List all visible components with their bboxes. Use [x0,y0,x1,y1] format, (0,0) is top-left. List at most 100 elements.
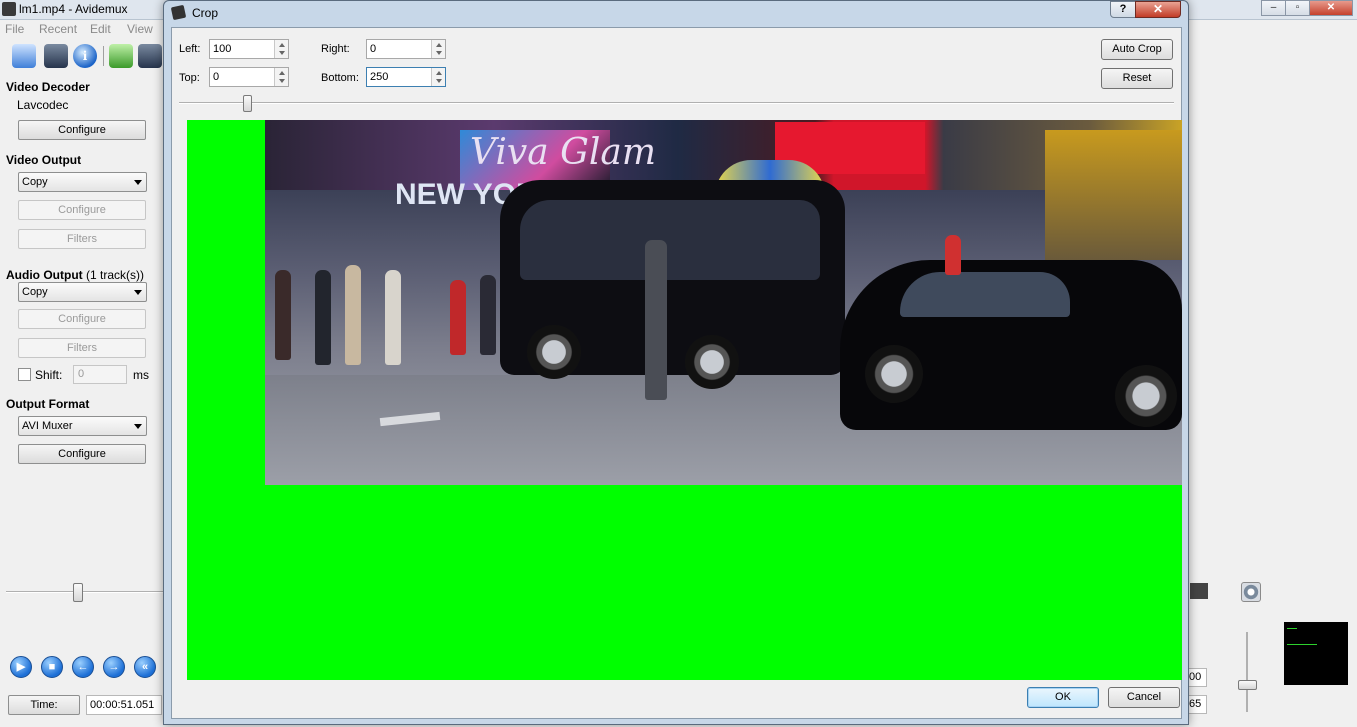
audio-output-heading-text: Audio Output [6,268,83,282]
video-output-heading: Video Output [6,153,82,167]
auto-crop-button[interactable]: Auto Crop [1101,39,1173,60]
video-output-codec-value: Copy [22,176,48,188]
audio-meter-display [1284,622,1348,685]
open-folder-icon[interactable] [12,44,36,68]
van-wheel [527,325,581,379]
audio-output-filters-button[interactable]: Filters [18,338,146,358]
clapperboard-icon [170,4,187,21]
timeline-handle[interactable] [73,583,83,602]
menu-recent[interactable]: Recent [39,22,77,36]
van-window [520,200,820,280]
video-output-codec-select[interactable]: Copy [18,172,147,192]
frame-slider-handle[interactable] [243,95,252,112]
top-spinbox[interactable]: 0 [209,67,289,87]
top-value: 0 [213,71,220,83]
crop-preview: Viva Glam NEW YORK POWER [187,120,1182,680]
audio-icon[interactable] [1241,582,1261,602]
video-decoder-configure-button[interactable]: Configure [18,120,146,140]
rewind-icon[interactable]: « [134,656,156,678]
close-icon[interactable]: ✕ [1309,0,1353,16]
reset-button[interactable]: Reset [1101,68,1173,89]
save-icon[interactable] [44,44,68,68]
minimize-icon[interactable]: – [1261,0,1286,16]
menu-view[interactable]: View [127,22,153,36]
audio-meter-line [1287,644,1317,645]
shift-checkbox[interactable] [18,368,31,381]
crop-dialog-title: Crop [192,6,219,20]
video-decoder-codec: Lavcodec [17,98,69,112]
volume-slider-handle[interactable] [1238,680,1257,690]
menu-file[interactable]: File [5,22,24,36]
volume-slider-track[interactable] [1246,632,1248,712]
spin-arrows-icon[interactable] [431,68,445,86]
main-window-title: lm1.mp4 - Avidemux [19,2,128,16]
shift-value-input[interactable]: 0 [73,365,127,384]
output-format-configure-button[interactable]: Configure [18,444,146,464]
pedestrian [315,270,331,365]
audio-output-codec-select[interactable]: Copy [18,282,147,302]
audio-output-heading: Audio Output (1 track(s)) [6,268,144,282]
timeline-track[interactable] [6,591,163,593]
left-label: Left: [179,43,201,55]
right-spinbox[interactable]: 0 [366,39,446,59]
sign-viva-glam: Viva Glam [470,132,656,173]
output-format-select[interactable]: AVI Muxer [18,416,147,436]
main-toolbar: i [0,40,165,72]
left-spinbox[interactable]: 100 [209,39,289,59]
top-label: Top: [179,72,200,84]
storefront [1045,130,1182,260]
output-format-value: AVI Muxer [22,420,73,432]
menu-edit[interactable]: Edit [90,22,111,36]
spin-arrows-icon[interactable] [274,40,288,58]
audio-meter-line [1287,628,1297,629]
time-value-field[interactable]: 00:00:51.051 [86,695,162,715]
output-format-heading: Output Format [6,397,90,411]
bottom-spinbox[interactable]: 250 [366,67,446,87]
crop-dialog: Crop ? ✕ Left: 100 Right: 0 Top: 0 Botto… [163,0,1189,725]
maximize-icon[interactable]: ▫ [1285,0,1310,16]
stop-icon[interactable]: ■ [41,656,63,678]
audio-output-configure-button[interactable]: Configure [18,309,146,329]
video-output-configure-button[interactable]: Configure [18,200,146,220]
audio-output-codec-value: Copy [22,286,48,298]
crop-dialog-body: Left: 100 Right: 0 Top: 0 Bottom: 250 Au… [171,27,1182,719]
video-decoder-heading: Video Decoder [6,80,90,94]
close-button[interactable]: ✕ [1135,1,1181,18]
spin-arrows-icon[interactable] [431,40,445,58]
left-value: 100 [213,43,232,55]
next-frame-icon[interactable]: → [103,656,125,678]
video-output-filters-button[interactable]: Filters [18,229,146,249]
video-frame-image: Viva Glam NEW YORK POWER [265,120,1182,485]
open-green-folder-icon[interactable] [109,44,133,68]
pedestrian [385,270,401,365]
chevron-down-icon [134,424,142,429]
right-menu-strip [1189,20,1357,38]
volume-bar-end [1190,583,1208,599]
toolbar-separator [103,46,104,66]
help-button[interactable]: ? [1110,1,1136,18]
info-icon[interactable]: i [73,44,97,68]
pedestrian [945,235,961,275]
sedan-wheel [1115,365,1177,427]
time-button[interactable]: Time: [8,695,80,715]
spin-arrows-icon[interactable] [274,68,288,86]
pedestrian [450,280,466,355]
partial-field-b[interactable]: 65 [1188,695,1207,714]
cancel-button[interactable]: Cancel [1108,687,1180,708]
play-icon[interactable]: ▶ [10,656,32,678]
bottom-label: Bottom: [321,72,359,84]
frame-slider-track[interactable] [179,102,1174,104]
main-window-controls: – ▫ ✕ [1261,0,1353,17]
avidemux-app-icon [2,2,16,16]
crop-dialog-title-bar: Crop [164,1,1188,26]
save-video-icon[interactable] [138,44,162,68]
chevron-down-icon [134,290,142,295]
pedestrian [480,275,496,355]
audio-output-track-count: (1 track(s)) [85,268,144,282]
partial-field-a[interactable]: 00 [1188,668,1207,687]
pedestrian [345,265,361,365]
sedan-window [900,272,1070,317]
previous-frame-icon[interactable]: ← [72,656,94,678]
sedan-wheel [865,345,923,403]
ok-button[interactable]: OK [1027,687,1099,708]
